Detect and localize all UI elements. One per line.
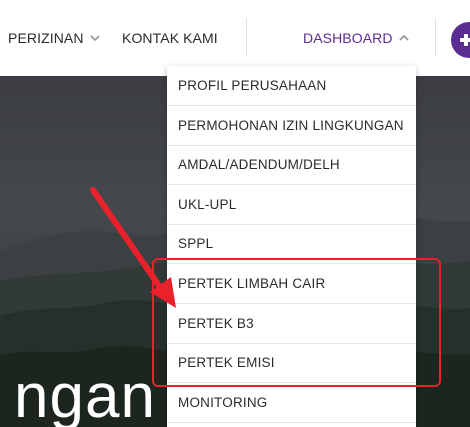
dropdown-item-label: AMDAL/ADENDUM/DELH <box>178 156 340 172</box>
chevron-down-icon <box>89 35 100 42</box>
dropdown-item-permohonan-izin-lingkungan[interactable]: PERMOHONAN IZIN LINGKUNGAN <box>167 106 416 146</box>
nav-divider <box>435 18 436 56</box>
nav-item-label: KONTAK KAMI <box>122 30 218 46</box>
dropdown-item-ukl-upl[interactable]: UKL-UPL <box>167 185 416 225</box>
nav-divider <box>246 18 247 56</box>
nav-item-label: PERIZINAN <box>8 30 84 46</box>
hero-heading: ngan <box>14 362 156 427</box>
dropdown-item-label: MONITORING <box>178 394 268 410</box>
add-button[interactable] <box>451 22 470 58</box>
dropdown-item-label: UKL-UPL <box>178 196 237 212</box>
dropdown-item-profil-perusahaan[interactable]: PROFIL PERUSAHAAN <box>167 66 416 106</box>
annotation-highlight-box <box>152 258 441 387</box>
dropdown-item-label: PERMOHONAN IZIN LINGKUNGAN <box>178 117 404 133</box>
dropdown-item-label: PROFIL PERUSAHAAN <box>178 77 327 93</box>
dropdown-item-monitoring[interactable]: MONITORING <box>167 383 416 423</box>
nav-item-label: DASHBOARD <box>303 30 393 46</box>
nav-item-dashboard[interactable]: DASHBOARD <box>303 30 410 46</box>
chevron-up-icon <box>398 34 409 41</box>
dropdown-item-amdal[interactable]: AMDAL/ADENDUM/DELH <box>167 145 416 185</box>
dropdown-item-label: SPPL <box>178 235 214 251</box>
nav-item-perizinan[interactable]: PERIZINAN <box>8 30 101 46</box>
nav-item-kontak-kami[interactable]: KONTAK KAMI <box>122 30 218 46</box>
